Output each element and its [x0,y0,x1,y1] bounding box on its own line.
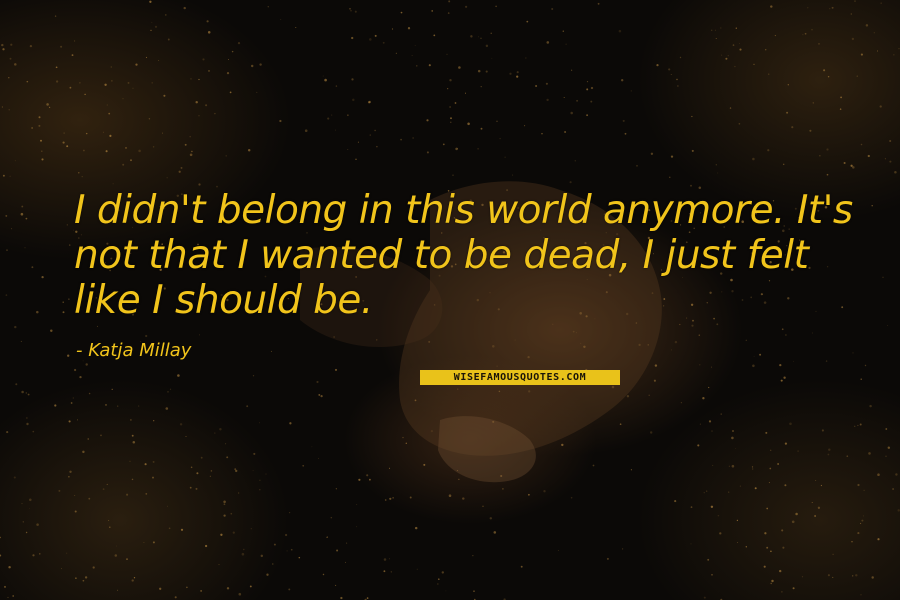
quote-text: I didn't belong in this world anymore. I… [74,188,874,323]
quote-line-2: not that I wanted to be dead, I just fel… [74,233,809,278]
quote-line-3: like I should be. [74,278,373,323]
quote-line-1: I didn't belong in this world anymore. I… [74,188,853,233]
watermark-logo: WISEFAMOUSQUOTES.COM [420,370,620,385]
quote-author: - Katja Millay [76,340,192,361]
quote-image: I didn't belong in this world anymore. I… [0,0,900,600]
